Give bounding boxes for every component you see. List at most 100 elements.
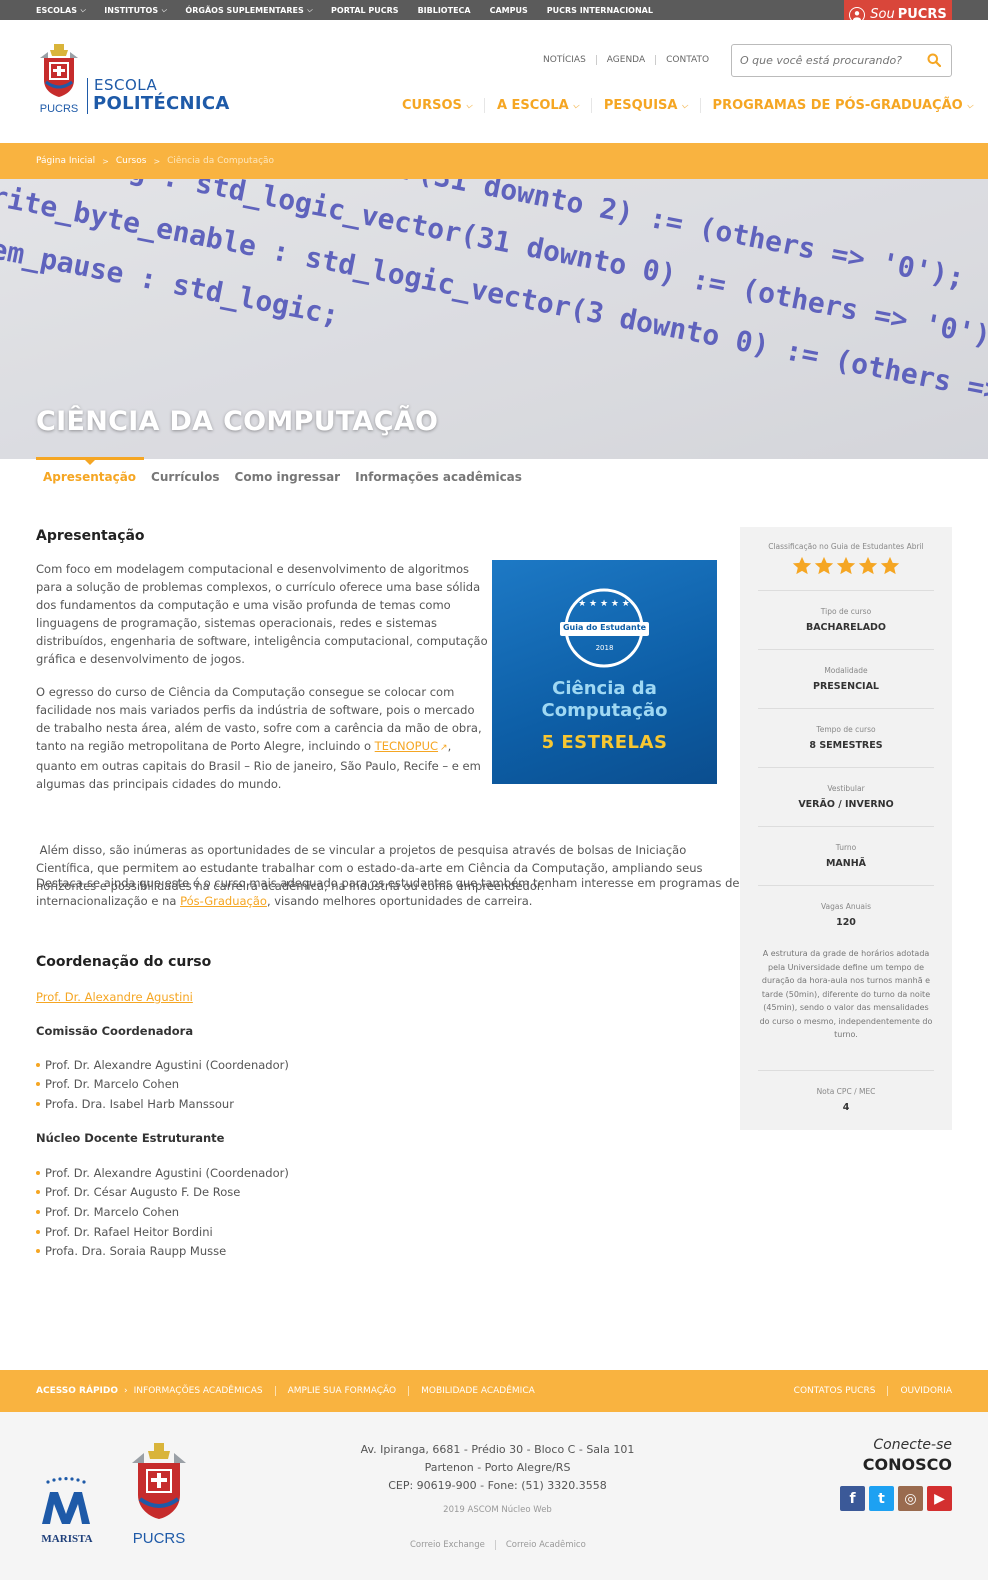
topnav-escolas[interactable]: ESCOLAS ⌵: [36, 6, 85, 15]
pucrs-crest-icon: PUCRS: [40, 44, 78, 115]
coordinator-link[interactable]: Prof. Dr. Alexandre Agustini: [36, 990, 193, 1004]
star-icon: [858, 556, 878, 575]
logo-line-1: ESCOLA: [94, 76, 158, 94]
address-line-3: CEP: 90619-900 - Fone: (51) 3320.3558: [388, 1479, 607, 1492]
list-item: Profa. Dra. Isabel Harb Manssour: [36, 1094, 289, 1114]
info-turno: Turno MANHÃ: [825, 843, 867, 869]
divider: [758, 767, 934, 768]
rating-stars: [758, 555, 934, 577]
marista-emblem-icon: MARISTA: [41, 1477, 93, 1545]
nav-a-escola[interactable]: A ESCOLA ⌵: [483, 98, 591, 113]
connect-heading: Conecte-se CONOSCO: [863, 1437, 952, 1474]
committee-list: Prof. Dr. Alexandre Agustini (Coordenado…: [36, 1055, 289, 1114]
course-tabs: Apresentação Currículos Como ingressar I…: [36, 457, 530, 491]
nde-list: Prof. Dr. Alexandre Agustini (Coordenado…: [36, 1163, 289, 1261]
marista-text: MARISTA: [41, 1533, 92, 1545]
badge-course-line2: Computação: [541, 700, 668, 721]
search-box: [731, 44, 952, 77]
breadcrumb: Página Inicial > Cursos > Ciência da Com…: [36, 156, 274, 166]
search-icon[interactable]: [927, 53, 941, 67]
quick-link-ouvidoria[interactable]: OUVIDORIA: [887, 1386, 952, 1396]
nav-pos-graduacao[interactable]: PROGRAMAS DE PÓS-GRADUAÇÃO ⌵: [699, 98, 985, 113]
tab-curriculos[interactable]: Currículos: [144, 457, 227, 491]
logo-line-2: POLITÉCNICA: [93, 93, 230, 114]
chevron-right-icon: ›: [124, 1386, 128, 1396]
twitter-icon[interactable]: t: [869, 1486, 894, 1511]
rating-block: Classificação no Guia de Estudantes Abri…: [758, 542, 934, 577]
nav-cursos[interactable]: CURSOS ⌵: [395, 98, 484, 113]
top-nav: ESCOLAS ⌵ INSTITUTOS ⌵ ÓRGÃOS SUPLEMENTARE…: [36, 0, 672, 20]
topnav-internacional[interactable]: PUCRS INTERNACIONAL: [547, 6, 653, 15]
quick-access-title: ACESSO RÁPIDO: [36, 1386, 119, 1396]
tecnopuc-link[interactable]: TECNOPUC: [375, 739, 438, 753]
info-vagas: Vagas Anuais 120: [820, 902, 872, 928]
svg-text:★ ★ ★ ★ ★: ★ ★ ★ ★ ★: [578, 599, 630, 609]
star-icon: [792, 556, 812, 575]
topnav-campus[interactable]: CAMPUS: [490, 6, 528, 15]
section-heading: Apresentação: [36, 528, 145, 544]
star-icon: [814, 556, 834, 575]
list-item: Prof. Dr. César Augusto F. De Rose: [36, 1183, 289, 1203]
correio-exchange-link[interactable]: Correio Exchange: [400, 1540, 495, 1550]
social-links: f t ◎ ▶: [840, 1486, 956, 1511]
chevron-down-icon: ⌵: [572, 100, 579, 110]
divider: [758, 649, 934, 650]
main-nav: CURSOS ⌵ A ESCOLA ⌵ PESQUISA ⌵ PROGRAMAS DE…: [395, 98, 985, 113]
chevron-down-icon: ⌵: [465, 100, 472, 110]
copyright: 2019 ASCOM Núcleo Web: [443, 1505, 552, 1515]
pucrs-text: PUCRS: [133, 1530, 186, 1547]
divider: [758, 1070, 934, 1071]
quick-link-amplie[interactable]: AMPLIE SUA FORMAÇÃO: [274, 1386, 409, 1396]
paragraph-destaque: Destaca-se ainda que este é o curso mais…: [36, 876, 740, 908]
topnav-biblioteca[interactable]: BIBLIOTECA: [418, 6, 471, 15]
facebook-icon[interactable]: f: [840, 1486, 865, 1511]
info-modalidade: Modalidade PRESENCIAL: [813, 666, 879, 692]
info-tipo: Tipo de curso BACHARELADO: [805, 607, 887, 633]
instagram-icon[interactable]: ◎: [898, 1486, 923, 1511]
breadcrumb-current: Ciência da Computação: [167, 156, 275, 166]
badge-year: 2018: [595, 644, 614, 652]
breadcrumb-home[interactable]: Página Inicial: [36, 156, 95, 166]
info-vestibular: Vestibular VERÃO / INVERNO: [798, 784, 894, 810]
paragraph-intro: Com foco em modelagem computacional e de…: [36, 562, 488, 666]
divider: [758, 708, 934, 709]
info-cpc: Nota CPC / MEC 4: [816, 1087, 876, 1113]
topnav-institutos[interactable]: INSTITUTOS ⌵: [104, 6, 166, 15]
schedule-note: A estrutura da grade de horários adotada…: [759, 949, 933, 1039]
nav-pesquisa[interactable]: PESQUISA ⌵: [590, 98, 700, 113]
util-contato[interactable]: CONTATO: [655, 55, 719, 65]
quick-link-informacoes[interactable]: INFORMAÇÕES ACADÊMICAS: [134, 1386, 275, 1396]
correio-academico-link[interactable]: Correio Acadêmico: [494, 1540, 596, 1550]
marista-logo[interactable]: MARISTA: [36, 1474, 98, 1550]
util-agenda[interactable]: AGENDA: [595, 55, 655, 65]
util-noticias[interactable]: NOTÍCIAS: [538, 55, 596, 65]
list-item: Profa. Dra. Soraia Raupp Musse: [36, 1241, 289, 1261]
topnav-portal[interactable]: PORTAL PUCRS: [331, 6, 399, 15]
chevron-down-icon: ⌵: [161, 5, 167, 14]
divider: [758, 590, 934, 591]
breadcrumb-separator-icon: >: [102, 156, 109, 166]
tab-apresentacao[interactable]: Apresentação: [36, 457, 145, 491]
paragraph-egresso: O egresso do curso de Ciência da Computa…: [36, 685, 482, 791]
pucrs-footer-logo[interactable]: PUCRS: [128, 1443, 190, 1551]
guia-estudante-badge: ★ ★ ★ ★ ★ Guia do Estudante 2018 Ciência…: [492, 560, 717, 784]
quick-link-mobilidade[interactable]: MOBILIDADE ACADÊMICA: [408, 1386, 547, 1396]
badge-course-line1: Ciência da: [552, 678, 657, 699]
topnav-orgaos[interactable]: ÓRGÃOS SUPLEMENTARES ⌵: [185, 6, 312, 15]
breadcrumb-separator-icon: >: [153, 156, 161, 166]
divider: [758, 826, 934, 827]
star-icon: [880, 556, 900, 575]
badge-stars-text: 5 ESTRELAS: [541, 732, 668, 753]
committee-heading: Comissão Coordenadora: [36, 1024, 194, 1038]
tab-informacoes-academicas[interactable]: Informações acadêmicas: [348, 457, 530, 491]
breadcrumb-cursos[interactable]: Cursos: [116, 156, 147, 166]
search-input[interactable]: [732, 45, 912, 76]
list-item: Prof. Dr. Alexandre Agustini (Coordenado…: [36, 1055, 289, 1075]
pos-graduacao-link[interactable]: Pós-Graduação: [180, 894, 267, 908]
quick-link-contatos[interactable]: CONTATOS PUCRS: [794, 1386, 876, 1396]
badge-banner: Guia do Estudante: [562, 623, 646, 632]
coordination-heading: Coordenação do curso: [36, 954, 212, 970]
tab-como-ingressar[interactable]: Como ingressar: [228, 457, 349, 491]
youtube-icon[interactable]: ▶: [927, 1486, 952, 1511]
escola-politecnica-logo[interactable]: PUCRS ESCOLA POLITÉCNICA: [36, 44, 236, 120]
